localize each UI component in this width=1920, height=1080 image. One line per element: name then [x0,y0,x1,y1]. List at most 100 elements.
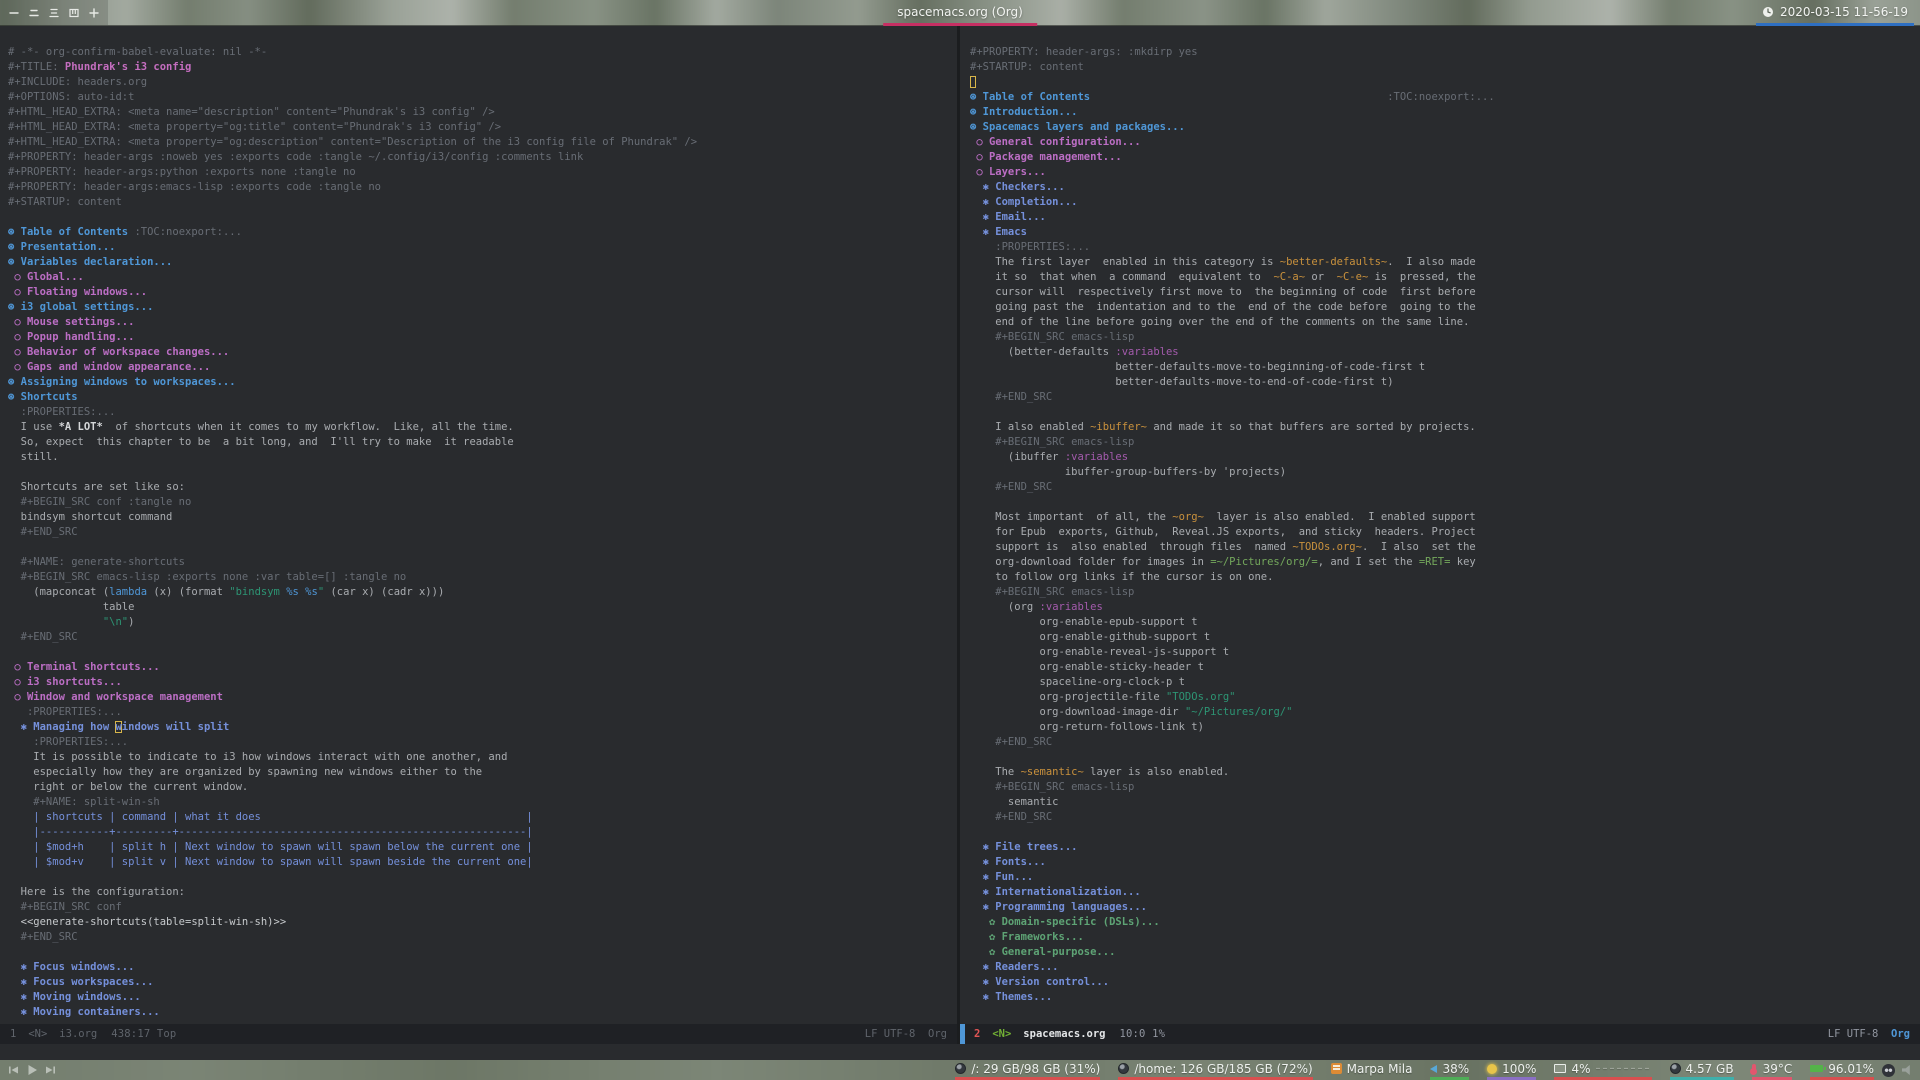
editor-line: ✿ Domain-specific (DSLs)... [970,916,1160,928]
editor-line: for Epub exports, Github, Reveal.JS expo… [970,526,1476,538]
editor-line: | $mod+h | split h | Next window to spaw… [8,841,533,853]
editor-line: :PROPERTIES:... [8,706,122,718]
music-icon [1330,1063,1342,1074]
cpu-icon [1554,1064,1567,1073]
editor-line: ⊛ Table of Contents :TOC:noexport:... [8,226,242,238]
editor-line: #+END_SRC [970,811,1053,823]
editor-line: Shortcuts are set like so: [8,481,186,493]
editor-line: ○ Behavior of workspace changes... [8,346,230,358]
cursor-position: 10:0 1% [1119,1028,1166,1040]
editor-line: #+END_SRC [8,526,78,538]
editor-line: ○ i3 shortcuts... [8,676,122,688]
previous-icon [9,1066,18,1074]
editor-line: #+STARTUP: content [8,196,122,208]
eol-indicator: LF [864,1028,878,1040]
module-label: 4% [1571,1061,1591,1076]
audio-tray-icon[interactable] [1902,1065,1910,1075]
workspace-new-button[interactable] [84,0,104,25]
previous-track-button[interactable] [8,1065,19,1075]
encoding-indicator: UTF-8 [883,1028,916,1040]
play-button[interactable] [26,1064,38,1076]
echo-area [0,1044,1920,1060]
editor-line: ✿ General-purpose... [970,946,1116,958]
music-module: Marpa Mila [1330,1060,1412,1080]
editor-line: #+END_SRC [8,631,78,643]
editor-line: #+BEGIN_SRC emacs-lisp [970,781,1135,793]
playback-controls [0,1060,56,1080]
workspace-1-button[interactable] [4,0,24,25]
editor-line: especially how they are organized by spa… [8,766,483,778]
editor-line: org-download folder for images in =~/Pic… [970,556,1476,568]
editor-line: #+STARTUP: content [970,61,1084,73]
disk-icon [1118,1063,1130,1074]
mem-icon [1669,1063,1681,1074]
workspace-4-button[interactable] [64,0,84,25]
editor-pane-right[interactable]: #+PROPERTY: header-args: :mkdirp yes #+ST… [960,26,1920,1024]
cursor-position: 438:17 Top [111,1028,177,1040]
battery-module: 96.01% [1810,1060,1874,1080]
module-label: 96.01% [1828,1061,1874,1076]
workspace-2-button[interactable] [24,0,44,25]
editor-line: ✱ Fun... [970,871,1034,883]
editor-line: org-enable-sticky-header t [970,661,1204,673]
focused-window-title: spacemacs.org (Org) [883,0,1037,26]
editor-line: (mapconcat (lambda (x) (format "bindsym … [8,586,445,598]
editor-line: ✱ Managing how windows will split [8,721,230,733]
editor-pane-left[interactable]: # -*- org-confirm-babel-evaluate: nil -*… [0,26,957,1024]
editor-line: ○ Gaps and window appearance... [8,361,211,373]
editor-line: #+BEGIN_SRC emacs-lisp [970,331,1135,343]
battery-icon [1810,1065,1827,1072]
editor-line: ibuffer-group-buffers-by 'projects) [970,466,1287,478]
cpu-module: 4% –––––––– [1554,1060,1652,1080]
next-track-button[interactable] [45,1065,56,1075]
editor-line: #+PROPERTY: header-args:python :exports … [8,166,356,178]
editor-line: ○ Global... [8,271,84,283]
editor-line: #+INCLUDE: headers.org [8,76,148,88]
editor-line: <<generate-shortcuts(table=split-win-sh)… [8,916,287,928]
editor-line: ⊛ Table of Contents :TOC:noexport:... [970,91,1495,103]
editor-line: ✱ Readers... [970,961,1059,973]
status-bar: /: 29 GB/98 GB (31%) /home: 126 GB/185 GB… [0,1060,1920,1080]
status-modules: /: 29 GB/98 GB (31%) /home: 126 GB/185 GB… [955,1060,1880,1080]
editor-line: (better-defaults :variables [970,346,1179,358]
discord-tray-icon[interactable] [1882,1063,1895,1077]
cjk-four-icon [69,8,79,17]
editor-line: ⊛ Assigning windows to workspaces... [8,376,236,388]
system-tray [1880,1060,1920,1080]
editor-line: (ibuffer :variables [970,451,1129,463]
workspace-3-button[interactable] [44,0,64,25]
evil-state-indicator: <N> [992,1028,1012,1040]
editor-line: spaceline-org-clock-p t [970,676,1185,688]
editor-line: ⊛ Introduction... [970,106,1078,118]
editor-line: ✱ Moving containers... [8,1006,160,1018]
editor-line: Here is the configuration: [8,886,186,898]
evil-state-indicator: <N> [28,1028,48,1040]
editor-line: #+NAME: generate-shortcuts [8,556,186,568]
editor-line: #+PROPERTY: header-args:emacs-lisp :expo… [8,181,381,193]
editor-line: it so that when a command equivalent to … [970,271,1476,283]
editor-line: #+END_SRC [8,931,78,943]
module-label: 100% [1502,1061,1537,1076]
buffer-name: i3.org [59,1028,98,1040]
editor-line: #+TITLE: Phundrak's i3 config [8,61,192,73]
editor-line: ✱ Moving windows... [8,991,141,1003]
editor-line: ⊛ Shortcuts [8,391,78,403]
editor-line: ○ Mouse settings... [8,316,135,328]
editor-line: ○ Terminal shortcuts... [8,661,160,673]
editor-line: ⊛ Spacemacs layers and packages... [970,121,1185,133]
disk-home-module: /home: 126 GB/185 GB (72%) [1118,1060,1313,1080]
module-label: 4.57 GB [1685,1061,1734,1076]
editor-line: better-defaults-move-to-end-of-code-firs… [970,376,1394,388]
encoding-indicator: UTF-8 [1846,1028,1879,1040]
editor-line: The first layer enabled in this category… [970,256,1476,268]
editor-line: ✱ Completion... [970,196,1078,208]
temperature-module: 39°C [1750,1060,1793,1080]
editor-line: I also enabled ~ibuffer~ and made it so … [970,421,1476,433]
editor-line: still. [8,451,59,463]
editor-line: ✿ Frameworks... [970,931,1084,943]
sun-icon [1487,1063,1498,1074]
